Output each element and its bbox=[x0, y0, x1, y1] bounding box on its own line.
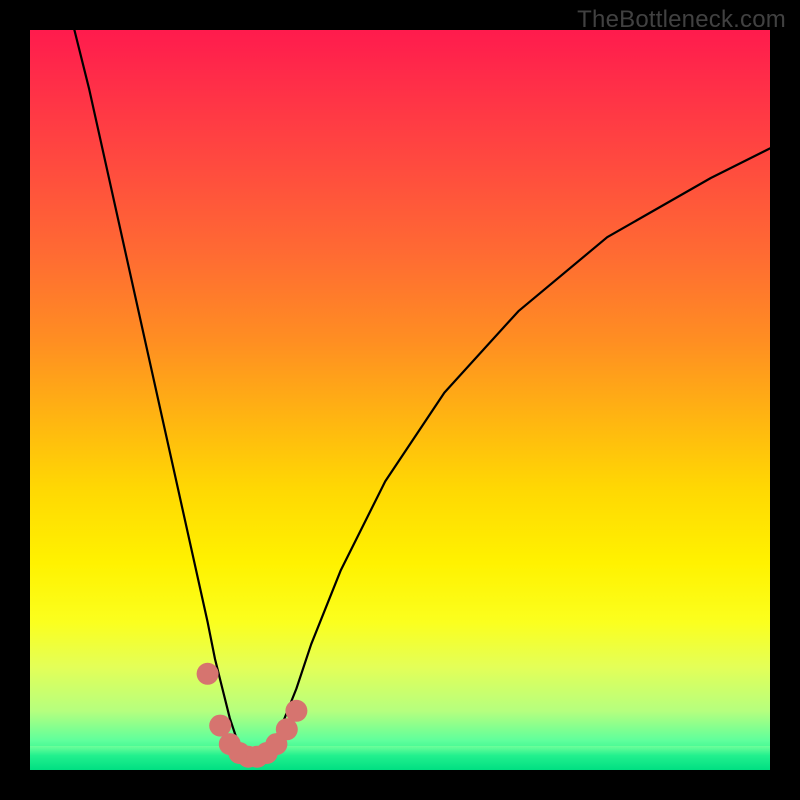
chart-svg bbox=[30, 30, 770, 770]
plot-area bbox=[30, 30, 770, 770]
highlight-dots bbox=[197, 663, 308, 768]
chart-frame: TheBottleneck.com bbox=[0, 0, 800, 800]
highlight-dot bbox=[285, 700, 307, 722]
bottleneck-curve bbox=[74, 30, 770, 763]
highlight-dot bbox=[197, 663, 219, 685]
watermark-text: TheBottleneck.com bbox=[577, 6, 786, 34]
